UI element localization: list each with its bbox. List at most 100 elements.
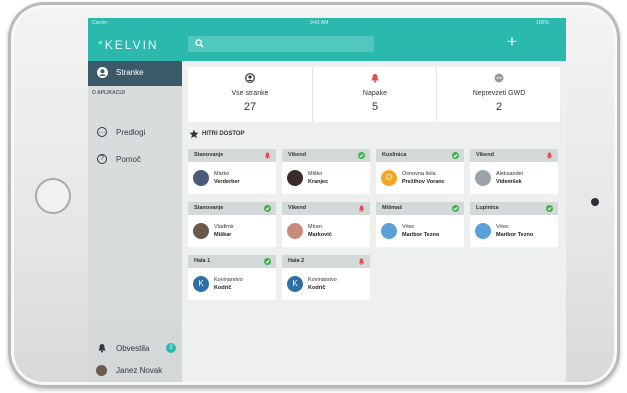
bell-icon	[546, 152, 553, 159]
help-icon: ?	[97, 154, 107, 164]
main-content: Vse stranke 27 Napake 5 Neprevzeti GWD 2	[182, 61, 566, 382]
card-body: Vladimir Miškar	[188, 215, 276, 247]
avatar	[193, 223, 209, 239]
customer-card[interactable]: Stanovanje Vladimir Miškar	[188, 202, 276, 247]
avatar	[475, 223, 491, 239]
card-title: Kuslinica	[382, 152, 407, 158]
check-circle-icon	[452, 152, 459, 159]
card-name-line1: Kovinarstvo	[308, 277, 337, 283]
status-bar: Carrier 9:41 AM 100%	[88, 18, 566, 28]
card-name-line2: Verderber	[214, 179, 240, 185]
dots-icon	[494, 73, 504, 83]
avatar	[193, 170, 209, 186]
card-title: Hala 1	[194, 258, 211, 264]
card-name-line1: Marko	[214, 171, 230, 177]
sidebar-item-label: Pomoč	[116, 155, 141, 164]
card-body: Miško Kranjec	[282, 162, 370, 194]
check-circle-icon	[452, 205, 459, 212]
stat-label: Neprevzeti GWD	[472, 90, 526, 97]
card-body: K Kovinarstvo Kodrič	[188, 268, 276, 300]
card-name-line1: Miško	[308, 171, 323, 177]
user-profile[interactable]: Janez Novak	[88, 361, 182, 381]
camera-dot	[591, 198, 599, 206]
customer-card[interactable]: Hala 2 K Kovinarstvo Kodrič	[282, 255, 370, 300]
card-body: Aleksander Videmšek	[470, 162, 558, 194]
card-name-line1: Vrtec	[496, 224, 509, 230]
customer-card[interactable]: Kuslinica O Osnovna šola Prežihov Voranc	[376, 149, 464, 194]
card-title: Mišmaš	[382, 205, 403, 211]
card-name-line1: Kovinarstvo	[214, 277, 243, 283]
check-circle-icon	[546, 205, 553, 212]
card-title: Stanovanje	[194, 205, 224, 211]
customer-card[interactable]: Mišmaš Vrtec Maribor Tezno	[376, 202, 464, 247]
card-header: Stanovanje	[188, 202, 276, 215]
card-header: Vikend	[282, 149, 370, 162]
card-header: Vikend	[282, 202, 370, 215]
card-name-line1: Miran	[308, 224, 322, 230]
sidebar-item-label: Stranke	[116, 68, 144, 77]
customer-card[interactable]: Stanovanje Marko Verderber	[188, 149, 276, 194]
card-title: Hala 2	[288, 258, 305, 264]
quick-access-title: HITRI DOSTOP	[202, 131, 245, 137]
sidebar-item-label: Predlogi	[116, 128, 146, 137]
sidebar: Stranke O APLIKACIJI … Predlogi ? Pomoč …	[88, 61, 182, 382]
avatar	[287, 223, 303, 239]
avatar: K	[193, 276, 209, 292]
card-body: K Kovinarstvo Kodrič	[282, 268, 370, 300]
stat-neprevzeti-gwd[interactable]: Neprevzeti GWD 2	[436, 67, 561, 122]
card-header: Hala 1	[188, 255, 276, 268]
check-circle-icon	[358, 152, 365, 159]
card-title: Vikend	[288, 152, 306, 158]
home-button[interactable]	[35, 178, 71, 214]
card-body: O Osnovna šola Prežihov Voranc	[376, 162, 464, 194]
notification-count-badge: 2	[166, 343, 176, 353]
stat-vse-stranke[interactable]: Vse stranke 27	[188, 67, 312, 122]
card-header: Lupinica	[470, 202, 558, 215]
sidebar-item-predlogi[interactable]: … Predlogi	[88, 123, 182, 143]
card-title: Vikend	[288, 205, 306, 211]
search-input[interactable]	[188, 36, 374, 52]
bell-icon	[264, 152, 271, 159]
card-name-line2: Kranjec	[308, 179, 329, 185]
bell-icon	[98, 344, 106, 353]
sidebar-footer: Obvestila 2 Janez Novak	[88, 321, 182, 382]
carrier-label: Carrier	[92, 20, 108, 26]
sidebar-item-stranke[interactable]: Stranke	[88, 61, 182, 86]
check-circle-icon	[264, 258, 271, 265]
stat-label: Vse stranke	[231, 90, 269, 97]
customer-card[interactable]: Hala 1 K Kovinarstvo Kodrič	[188, 255, 276, 300]
card-header: Kuslinica	[376, 149, 464, 162]
customer-card[interactable]: Vikend Miran Marković	[282, 202, 370, 247]
avatar	[381, 223, 397, 239]
bell-icon	[358, 205, 365, 212]
card-header: Stanovanje	[188, 149, 276, 162]
check-circle-icon	[264, 205, 271, 212]
avatar	[96, 365, 107, 376]
card-name-line1: Osnovna šola	[402, 171, 436, 177]
app-screen: Carrier 9:41 AM 100% °KELVIN + Stranke O…	[88, 18, 566, 382]
app-logo: °KELVIN	[98, 38, 159, 52]
customer-card[interactable]: Vikend Miško Kranjec	[282, 149, 370, 194]
top-bar: °KELVIN +	[88, 28, 566, 61]
customer-card[interactable]: Vikend Aleksander Videmšek	[470, 149, 558, 194]
stat-value: 5	[371, 101, 379, 113]
card-name-line2: Kodrič	[308, 285, 326, 291]
search-icon	[195, 39, 204, 48]
sidebar-item-pomoc[interactable]: ? Pomoč	[88, 150, 182, 170]
chat-bubble-icon: …	[97, 127, 107, 137]
card-name-line2: Prežihov Voranc	[402, 179, 445, 185]
card-name-line2: Maribor Tezno	[496, 232, 534, 238]
avatar	[475, 170, 491, 186]
bell-icon	[371, 74, 379, 83]
user-circle-icon	[245, 73, 255, 83]
stat-napake[interactable]: Napake 5	[312, 67, 437, 122]
customer-card[interactable]: Lupinica Vrtec Maribor Tezno	[470, 202, 558, 247]
card-name-line2: Maribor Tezno	[402, 232, 440, 238]
card-body: Miran Marković	[282, 215, 370, 247]
bell-icon	[358, 258, 365, 265]
card-title: Stanovanje	[194, 152, 224, 158]
add-button[interactable]: +	[507, 33, 517, 50]
card-header: Vikend	[470, 149, 558, 162]
stat-value: 2	[495, 101, 503, 113]
section-label: O APLIKACIJI	[92, 90, 125, 96]
